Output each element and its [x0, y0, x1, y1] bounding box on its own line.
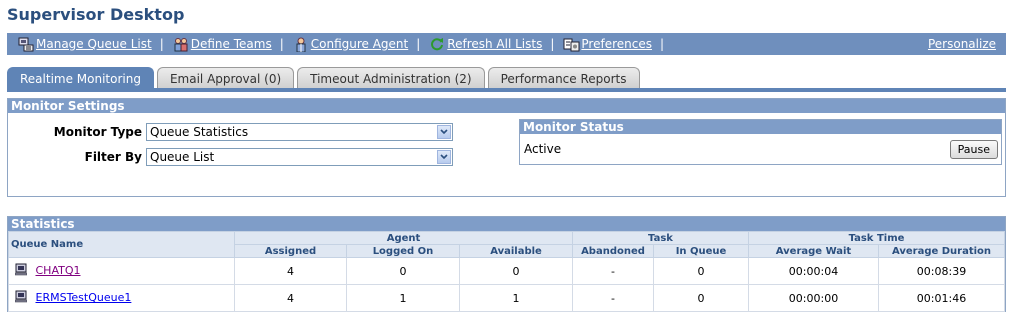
pause-button[interactable]: Pause — [949, 140, 998, 159]
col-available[interactable]: Available — [459, 244, 573, 258]
col-assigned[interactable]: Assigned — [234, 244, 347, 258]
monitor-type-value: Queue Statistics — [150, 125, 249, 139]
assigned-cell: 4 — [234, 257, 347, 285]
toolbar-separator: | — [279, 37, 284, 51]
col-abandoned[interactable]: Abandoned — [572, 244, 654, 258]
col-logged-on[interactable]: Logged On — [346, 244, 460, 258]
teams-icon — [172, 36, 190, 52]
chevron-down-icon[interactable] — [437, 125, 451, 139]
col-average-duration[interactable]: Average Duration — [878, 244, 1005, 258]
table-row: CHATQ1 4 0 0 - 0 00:00:04 00:08:39 — [8, 257, 1005, 285]
queue-name-cell: CHATQ1 — [8, 257, 235, 285]
refresh-all-lists-label: Refresh All Lists — [447, 37, 543, 51]
monitor-type-select[interactable]: Queue Statistics — [146, 123, 453, 141]
configure-agent-link[interactable]: Configure Agent — [292, 36, 409, 52]
page-title: Supervisor Desktop — [7, 5, 185, 24]
queue-computer-icon — [14, 263, 28, 279]
tab-strip — [7, 88, 1006, 92]
define-teams-label: Define Teams — [190, 37, 272, 51]
in-queue-cell: 0 — [653, 257, 749, 285]
toolbar-separator: | — [659, 37, 665, 51]
average-wait-cell: 00:00:00 — [748, 284, 879, 312]
monitor-type-label: Monitor Type — [53, 125, 142, 139]
group-task: Task — [572, 231, 749, 245]
monitor-type-row: Monitor Type Queue Statistics — [12, 123, 453, 141]
chevron-down-icon[interactable] — [437, 150, 451, 164]
monitor-settings-panel: Monitor Settings Monitor Type Queue Stat… — [7, 98, 1006, 197]
configure-agent-label: Configure Agent — [310, 37, 409, 51]
monitor-settings-header: Monitor Settings — [8, 99, 1005, 113]
col-average-wait[interactable]: Average Wait — [748, 244, 879, 258]
queue-name-cell: ERMSTestQueue1 — [8, 284, 235, 312]
filter-by-select[interactable]: Queue List — [146, 148, 453, 166]
col-in-queue[interactable]: In Queue — [653, 244, 749, 258]
refresh-icon — [428, 36, 446, 52]
toolbar-separator: | — [416, 37, 421, 51]
in-queue-cell: 0 — [653, 284, 749, 312]
abandoned-cell: - — [572, 257, 654, 285]
average-duration-cell: 00:01:46 — [878, 284, 1005, 312]
available-cell: 0 — [459, 257, 573, 285]
manage-queue-list-label: Manage Queue List — [36, 37, 152, 51]
tab-timeout-administration[interactable]: Timeout Administration (2) — [297, 67, 485, 89]
average-wait-cell: 00:00:04 — [748, 257, 879, 285]
logged-on-cell: 0 — [346, 257, 460, 285]
statistics-panel: Statistics Queue Name Agent Task Task Ti… — [7, 216, 1006, 312]
tab-realtime-monitoring[interactable]: Realtime Monitoring — [7, 67, 154, 89]
refresh-all-lists-link[interactable]: Refresh All Lists — [428, 36, 542, 52]
queue-link-ermstestqueue1[interactable]: ERMSTestQueue1 — [36, 291, 132, 304]
toolbar-separator: | — [550, 37, 555, 51]
filter-by-row: Filter By Queue List — [12, 148, 453, 166]
queue-link-chatq1[interactable]: CHATQ1 — [36, 264, 81, 277]
preferences-link[interactable]: Preferences — [562, 36, 652, 52]
preferences-label: Preferences — [581, 37, 652, 51]
personalize-link[interactable]: Personalize — [928, 37, 996, 51]
group-agent: Agent — [234, 231, 573, 245]
group-task-time: Task Time — [748, 231, 1005, 245]
assigned-cell: 4 — [234, 284, 347, 312]
define-teams-link[interactable]: Define Teams — [172, 36, 272, 52]
table-row: ERMSTestQueue1 4 1 1 - 0 00:00:00 00:01:… — [8, 284, 1005, 312]
monitor-status-header: Monitor Status — [520, 120, 1001, 134]
manage-queue-list-link[interactable]: Manage Queue List — [17, 36, 152, 52]
average-duration-cell: 00:08:39 — [878, 257, 1005, 285]
queue-computer-icon — [14, 290, 28, 306]
preferences-icon — [562, 36, 580, 52]
action-toolbar: Manage Queue List | Define Teams | Confi… — [7, 33, 1006, 55]
toolbar-separator: | — [159, 37, 164, 51]
queue-list-icon — [17, 36, 35, 52]
agent-icon — [292, 36, 310, 52]
tab-email-approval[interactable]: Email Approval (0) — [156, 67, 295, 89]
statistics-table: Queue Name Agent Task Task Time Assigned… — [8, 231, 1005, 312]
col-queue-name[interactable]: Queue Name — [8, 231, 235, 258]
abandoned-cell: - — [572, 284, 654, 312]
tab-performance-reports[interactable]: Performance Reports — [487, 67, 640, 89]
monitor-status-panel: Monitor Status Active Pause — [519, 119, 1002, 165]
tab-bar: Realtime Monitoring Email Approval (0) T… — [7, 66, 643, 89]
monitor-status-value: Active — [524, 142, 562, 156]
filter-by-value: Queue List — [150, 150, 215, 164]
filter-by-label: Filter By — [84, 150, 142, 164]
available-cell: 1 — [459, 284, 573, 312]
statistics-header: Statistics — [8, 217, 1005, 231]
logged-on-cell: 1 — [346, 284, 460, 312]
